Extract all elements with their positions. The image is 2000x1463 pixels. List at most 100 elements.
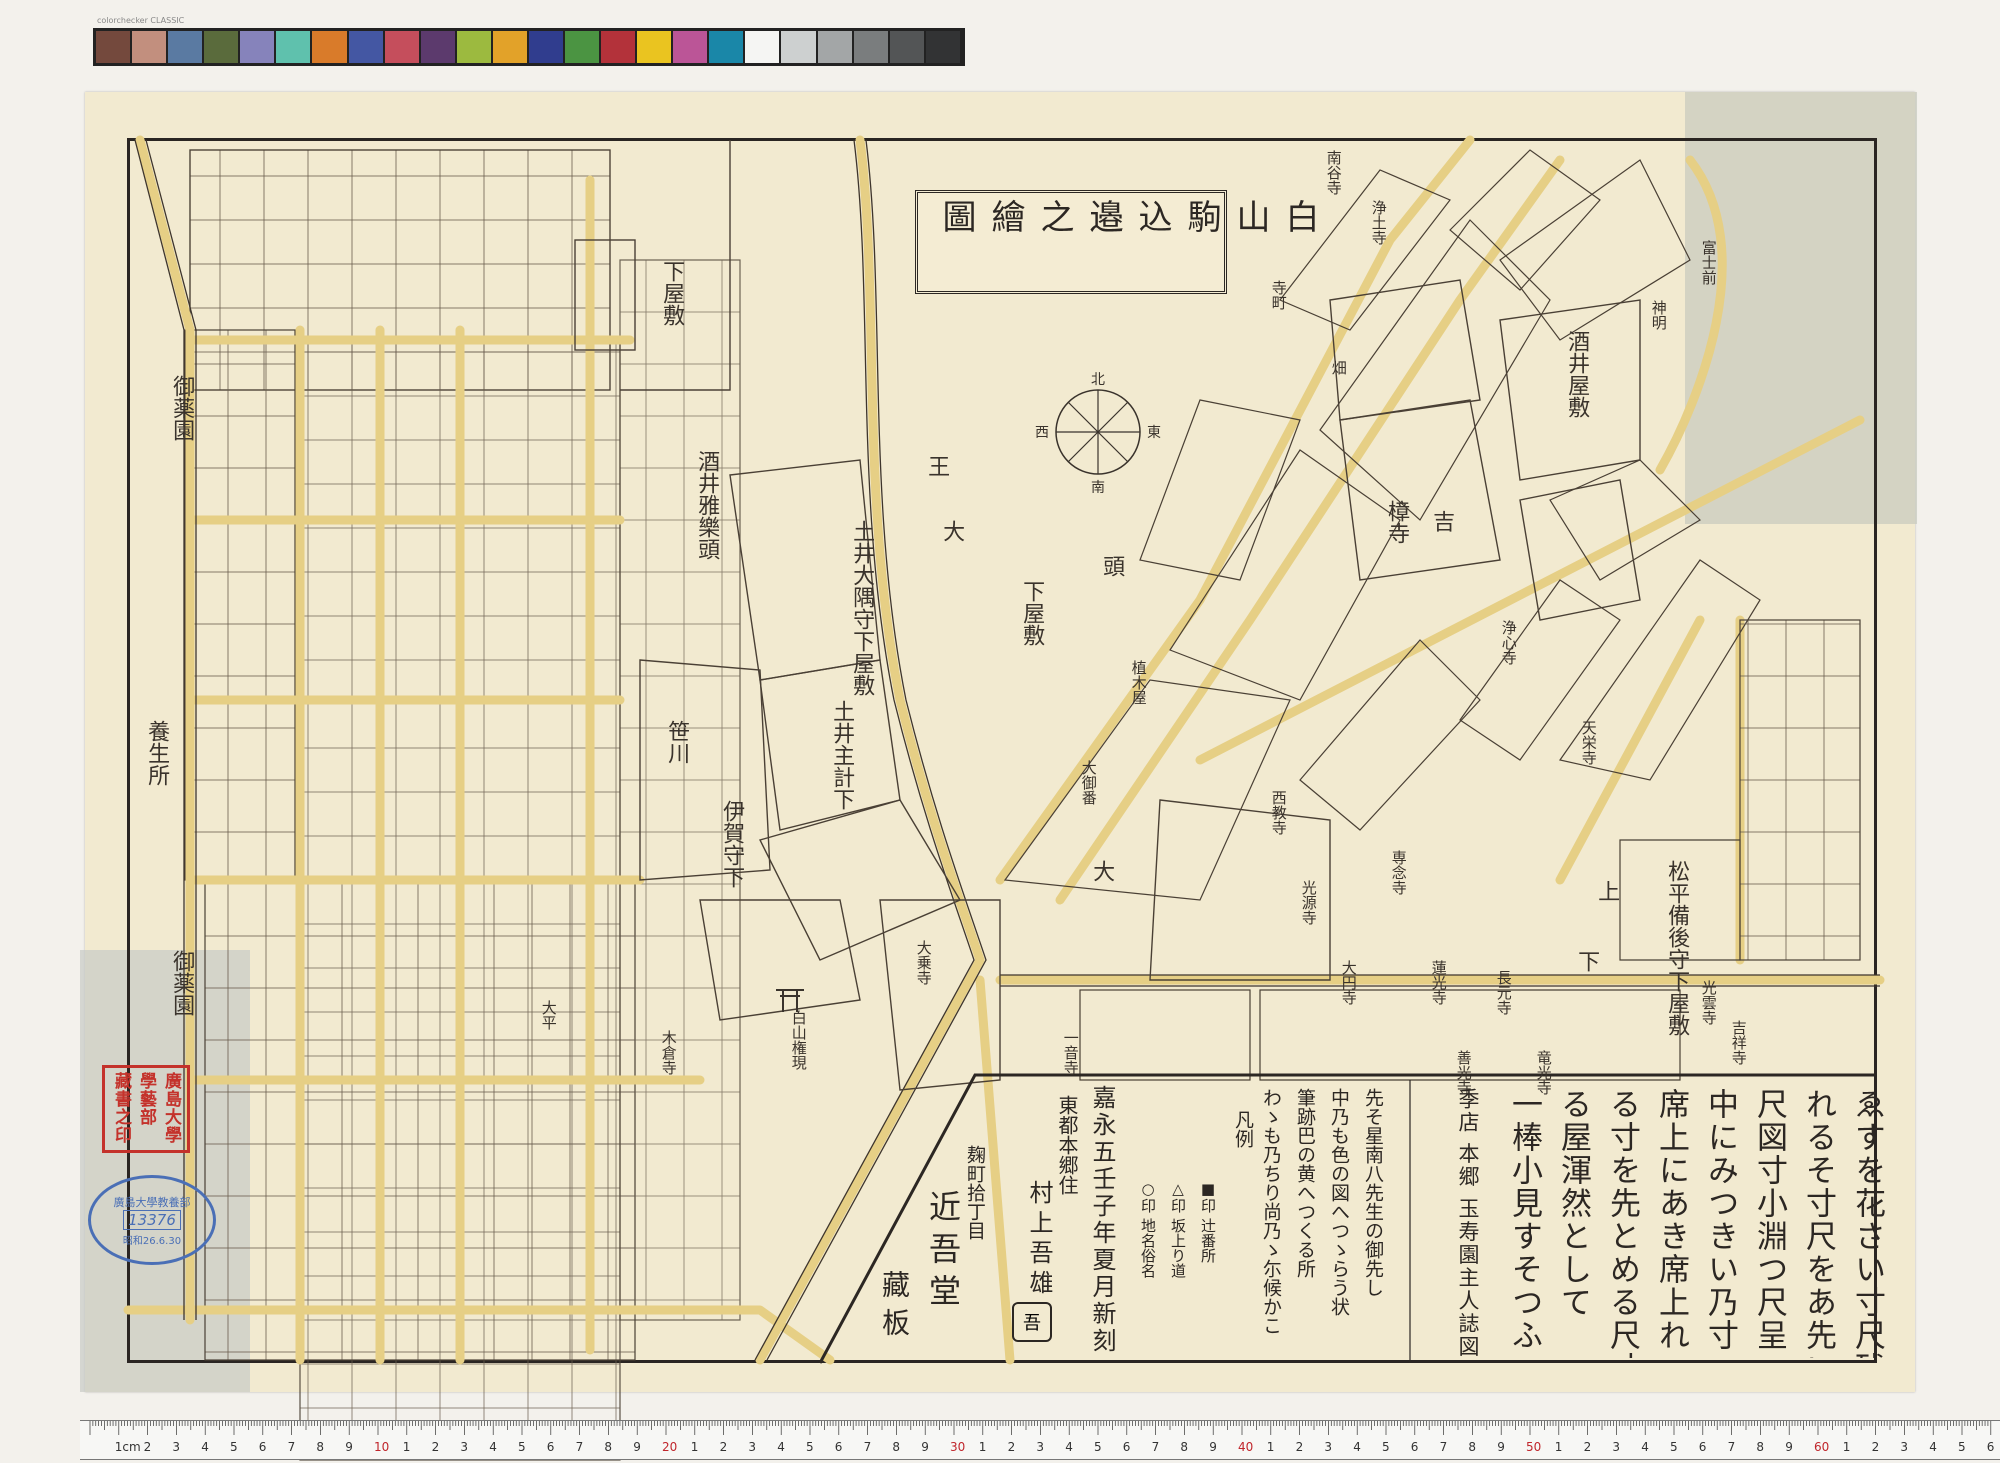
publisher-suffix: 藏板: [878, 1270, 911, 1346]
ruler-label: 8: [1468, 1440, 1476, 1454]
author-name: 村上吾雄: [1025, 1180, 1053, 1300]
ruler-label: 7: [288, 1440, 296, 1454]
place-label: 大御番: [1079, 760, 1098, 805]
ruler-label: 2: [1296, 1440, 1304, 1454]
legend-entry-1: ■印 辻番所: [1199, 1180, 1217, 1263]
place-label: 西教寺: [1269, 790, 1288, 835]
ruler-label: 2: [1872, 1440, 1880, 1454]
poem-line: 中にみつきい乃寸: [1702, 1088, 1738, 1352]
ruler-label: 8: [892, 1440, 900, 1454]
seal-blue-text: 廣島大學教養部: [113, 1196, 191, 1209]
publisher-name: 近吾堂: [924, 1190, 962, 1316]
ruler-label: 5: [1958, 1440, 1966, 1454]
ruler-label: 9: [921, 1440, 929, 1454]
place-label: 王: [924, 455, 950, 477]
poem-note-line: 先そ星南八先生の御先し: [1362, 1088, 1384, 1297]
place-label: 頭: [1099, 555, 1125, 577]
ruler-label: 6: [259, 1440, 267, 1454]
ruler-label: 7: [864, 1440, 872, 1454]
seal-blue-number: 13376: [123, 1210, 181, 1230]
ruler-label: 50: [1526, 1440, 1541, 1454]
ruler-label: 3: [1036, 1440, 1044, 1454]
ruler-label: 1: [691, 1440, 699, 1454]
publisher-stamp: 吾: [1012, 1302, 1052, 1342]
place-label: 木倉寺: [659, 1030, 678, 1075]
ruler-label: 6: [1123, 1440, 1131, 1454]
place-label: 蓮光寺: [1429, 960, 1448, 1005]
ruler-label: 1: [1555, 1440, 1563, 1454]
place-label: 下: [1574, 950, 1600, 972]
place-label: 長元寺: [1494, 970, 1513, 1015]
ruler-label: 7: [576, 1440, 584, 1454]
publisher-address: 麹町拾丁目: [964, 1145, 986, 1240]
place-label: 伊賀守下: [719, 800, 745, 888]
place-label: 富士前: [1699, 240, 1718, 285]
ruler-label: 4: [1929, 1440, 1937, 1454]
ruler-label: 6: [1699, 1440, 1707, 1454]
author-residence: 東都本郷住: [1055, 1095, 1079, 1195]
ruler-label: 3: [1612, 1440, 1620, 1454]
ruler-label: 4: [777, 1440, 785, 1454]
ruler-label: 20: [662, 1440, 677, 1454]
ruler-label: 3: [172, 1440, 180, 1454]
ruler-label: 30: [950, 1440, 965, 1454]
place-label: 大円寺: [1339, 960, 1358, 1005]
poem-note-line: 筆跡巴の黄へつくる所: [1294, 1088, 1316, 1278]
place-label: 浄土寺: [1369, 200, 1388, 245]
ruler-label: 6: [547, 1440, 555, 1454]
legend-entry-3: ○印 地名俗名: [1139, 1180, 1157, 1278]
ruler-label: 2: [720, 1440, 728, 1454]
ruler-label: 9: [1209, 1440, 1217, 1454]
ruler-label: 1: [979, 1440, 987, 1454]
ruler-label: 9: [1785, 1440, 1793, 1454]
place-label: 南谷寺: [1324, 150, 1343, 195]
poem-line: ゑすを花さい寸尺残: [1849, 1088, 1885, 1358]
ruler-label: 4: [201, 1440, 209, 1454]
ruler-label: 6: [835, 1440, 843, 1454]
compass-east: 東: [1147, 425, 1161, 441]
ruler-label: 3: [460, 1440, 468, 1454]
seal-blue-date: 昭和26.6.30: [122, 1236, 182, 1247]
place-label: 酒井雅樂頭: [694, 450, 720, 560]
ruler-label: 1cm: [115, 1440, 141, 1454]
ruler-label: 7: [1728, 1440, 1736, 1454]
ruler-label: 7: [1440, 1440, 1448, 1454]
place-label: 大: [1089, 860, 1115, 882]
place-label: 専念寺: [1389, 850, 1408, 895]
map-title-col-3: 邉之: [1034, 199, 1123, 243]
ruler-label: 1: [1843, 1440, 1851, 1454]
ruler-label: 3: [1900, 1440, 1908, 1454]
ruler-label: 9: [633, 1440, 641, 1454]
ruler-label: 8: [1756, 1440, 1764, 1454]
ruler-label: 1: [403, 1440, 411, 1454]
ruler-label: 8: [1180, 1440, 1188, 1454]
ruler-label: 8: [604, 1440, 612, 1454]
map-title-col-4: 繪圖: [936, 199, 1025, 243]
ruler-label: 1: [1267, 1440, 1275, 1454]
ruler-label: 5: [230, 1440, 238, 1454]
place-label: 天栄寺: [1579, 720, 1598, 765]
ruler-label: 5: [806, 1440, 814, 1454]
seal-red-col-1: 廣島大學: [161, 1072, 181, 1144]
place-label: 下屋敷: [1019, 580, 1045, 646]
ruler-label: 4: [1641, 1440, 1649, 1454]
poem-line: る寸を先とめる尺寸: [1604, 1088, 1640, 1358]
place-label: 光雲寺: [1699, 980, 1718, 1025]
poem-note-line: わゝも乃ちり尚乃ゝ尓候かこ: [1260, 1088, 1282, 1335]
ruler-label: 5: [1094, 1440, 1102, 1454]
seal-red-col-3: 藏書之印: [111, 1072, 131, 1144]
place-label: 酒井屋敷: [1564, 330, 1590, 418]
place-label: 養生所: [144, 720, 170, 786]
compass-west: 西: [1035, 425, 1049, 441]
ruler-label: 4: [489, 1440, 497, 1454]
poem-line: れるそ寸尺をあ先い: [1800, 1088, 1836, 1358]
legend-header: 凡例: [1232, 1110, 1254, 1148]
ruler-label: 9: [1497, 1440, 1505, 1454]
map-title-col-2: 駒込: [1132, 199, 1221, 243]
compass-north: 北: [1091, 372, 1105, 388]
ruler-label: 6: [1411, 1440, 1419, 1454]
place-label: 土井主計下: [829, 700, 855, 810]
ruler-label: 2: [144, 1440, 152, 1454]
place-label: 神明: [1649, 300, 1668, 330]
place-label: 上: [1594, 880, 1620, 902]
